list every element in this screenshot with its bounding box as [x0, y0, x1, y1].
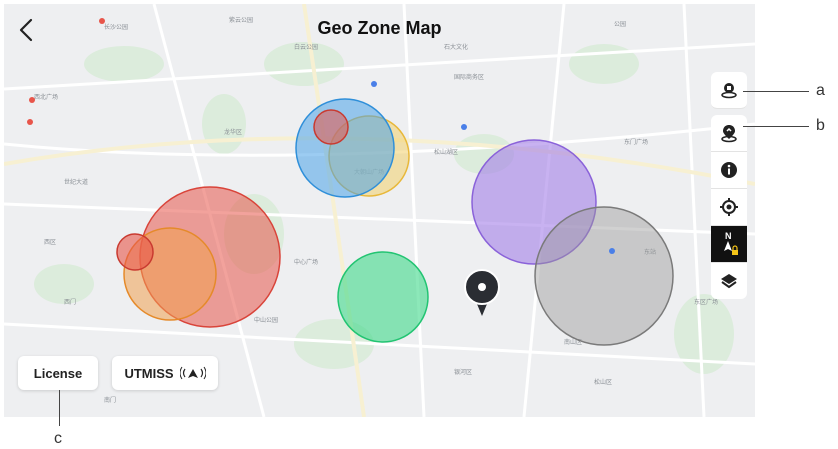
utmiss-label: UTMISS: [124, 365, 174, 381]
zone-red-small: [116, 233, 154, 271]
map-screen: 长沙公园紫云公园 白云公园石大文化 国际商务区公园 西北广场世纪大道 龙华区大朝…: [4, 4, 755, 417]
custom-unlock-button[interactable]: [711, 115, 747, 152]
svg-text:白云公园: 白云公园: [294, 43, 318, 51]
svg-text:石大文化: 石大文化: [444, 43, 468, 51]
locate-icon: [720, 198, 738, 216]
custom-unlock-icon: [721, 125, 737, 143]
svg-text:国际商务区: 国际商务区: [454, 73, 484, 81]
svg-text:N: N: [725, 231, 732, 241]
svg-text:西区: 西区: [44, 239, 56, 246]
zone-gray: [534, 206, 674, 346]
map-toolbar: N: [711, 72, 747, 299]
utmiss-button[interactable]: UTMISS: [112, 356, 218, 390]
svg-text:银河区: 银河区: [454, 368, 472, 376]
svg-text:西门: 西门: [64, 298, 76, 306]
callout-line-c: [59, 390, 60, 426]
svg-text:中心广场: 中心广场: [294, 258, 318, 266]
svg-text:世纪大道: 世纪大道: [64, 178, 88, 186]
svg-text:龙华区: 龙华区: [224, 128, 242, 136]
page-title: Geo Zone Map: [317, 18, 442, 38]
broadcast-icon: [179, 366, 206, 380]
north-lock-icon: N: [724, 231, 738, 255]
zone-green: [337, 251, 429, 343]
svg-text:松山区: 松山区: [594, 378, 612, 386]
license-label: License: [33, 365, 83, 381]
info-button[interactable]: [711, 152, 747, 189]
callout-line-b: [743, 126, 809, 127]
north-lock-button[interactable]: N: [711, 226, 747, 263]
svg-text:西北广场: 西北广场: [34, 93, 58, 101]
unlock-zone-button[interactable]: [711, 72, 747, 109]
svg-text:南门: 南门: [104, 396, 116, 404]
unlock-zone-icon: [721, 83, 737, 99]
layers-icon: [721, 274, 737, 289]
svg-text:东区广场: 东区广场: [694, 298, 718, 306]
callout-line-a: [743, 91, 809, 92]
locate-button[interactable]: [711, 189, 747, 226]
callout-c: c: [54, 430, 62, 447]
svg-text:松山湖区: 松山湖区: [434, 148, 458, 156]
license-button[interactable]: License: [18, 356, 98, 390]
info-icon: [721, 162, 737, 178]
callout-a: a: [816, 82, 825, 99]
layers-button[interactable]: [711, 263, 747, 299]
callout-b: b: [816, 117, 825, 134]
zone-blue: [295, 98, 395, 198]
zone-red-inner: [313, 109, 349, 145]
svg-text:中山公园: 中山公园: [254, 316, 278, 324]
svg-text:东门广场: 东门广场: [624, 138, 648, 146]
